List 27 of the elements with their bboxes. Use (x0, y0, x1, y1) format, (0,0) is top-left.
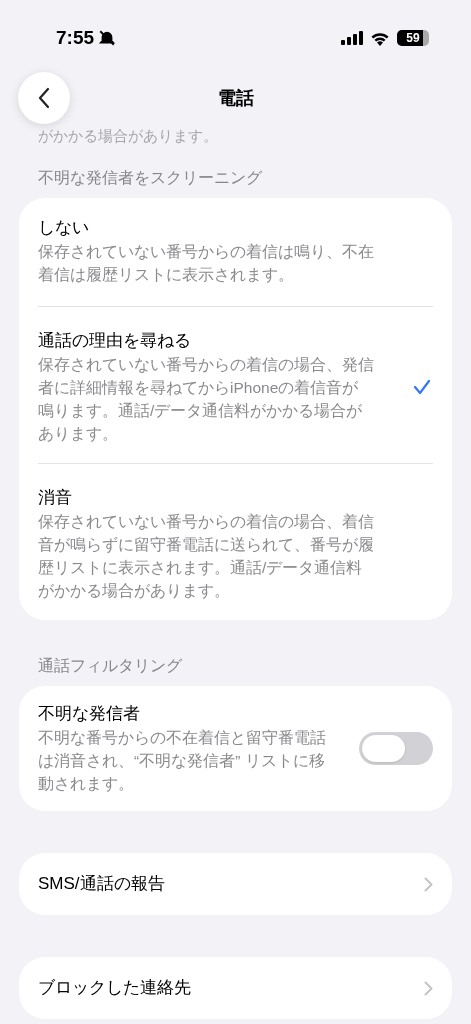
option-title: 消音 (38, 487, 73, 509)
wifi-icon (370, 30, 390, 46)
chevron-icon (424, 876, 433, 892)
screening-option[interactable]: 消音 保存されていない番号からの着信の場合、着信音が鳴らずに留守番電話に送られて、番号が履歴リストに表示されます。通話/データ通信料がかかる場合があります。 (38, 463, 433, 620)
toggle-switch[interactable] (359, 732, 433, 765)
screening-option[interactable]: 通話の理由を尋ねる 保存されていない番号からの着信の場合、発信者に詳細情報を尋ねてからiPhoneの着信音が鳴ります。通話/データ通信料がかかる場合があります。 (38, 306, 433, 463)
back-button[interactable] (18, 72, 70, 124)
option-title: 不明な発信者 (38, 703, 141, 725)
back-chevron-icon (37, 87, 51, 109)
option-description: 不明な番号からの不在着信と留守番電話は消音され、“不明な発信者” リストに移動されます。 (38, 728, 327, 794)
option-title: 通話の理由を尋ねる (38, 330, 192, 352)
signal-icon (341, 31, 363, 45)
link-row[interactable]: ブロックした連絡先 (19, 957, 452, 1019)
option-title: しない (38, 217, 90, 239)
option-description: 保存されていない番号からの着信の場合、着信音が鳴らずに留守番電話に送られて、番号が履歴リストに表示されます。通話/データ通信料がかかる場合があります。 (38, 512, 374, 601)
battery-icon: 59 (397, 30, 429, 46)
section-header: 通話フィルタリング (38, 657, 182, 674)
link-row[interactable]: SMS/通話の報告 (19, 853, 452, 915)
chevron-icon (424, 980, 433, 996)
screening-option[interactable]: しない 保存されていない番号からの着信は鳴り、不在着信は履歴リストに表示されます。 (38, 198, 433, 306)
nav-title: 電話 (217, 86, 254, 110)
option-description: 保存されていない番号からの着信は鳴り、不在着信は履歴リストに表示されます。 (38, 242, 374, 285)
background-text: がかかる場合があります。 (38, 127, 218, 144)
section-header: 不明な発信者をスクリーニング (38, 169, 262, 186)
muted-bell-icon (98, 29, 117, 47)
status-time: 7:55 (56, 25, 95, 50)
option-description: 保存されていない番号からの着信の場合、発信者に詳細情報を尋ねてからiPhoneの着信音が鳴ります。通話/データ通信料がかかる場合があります。 (38, 355, 374, 444)
